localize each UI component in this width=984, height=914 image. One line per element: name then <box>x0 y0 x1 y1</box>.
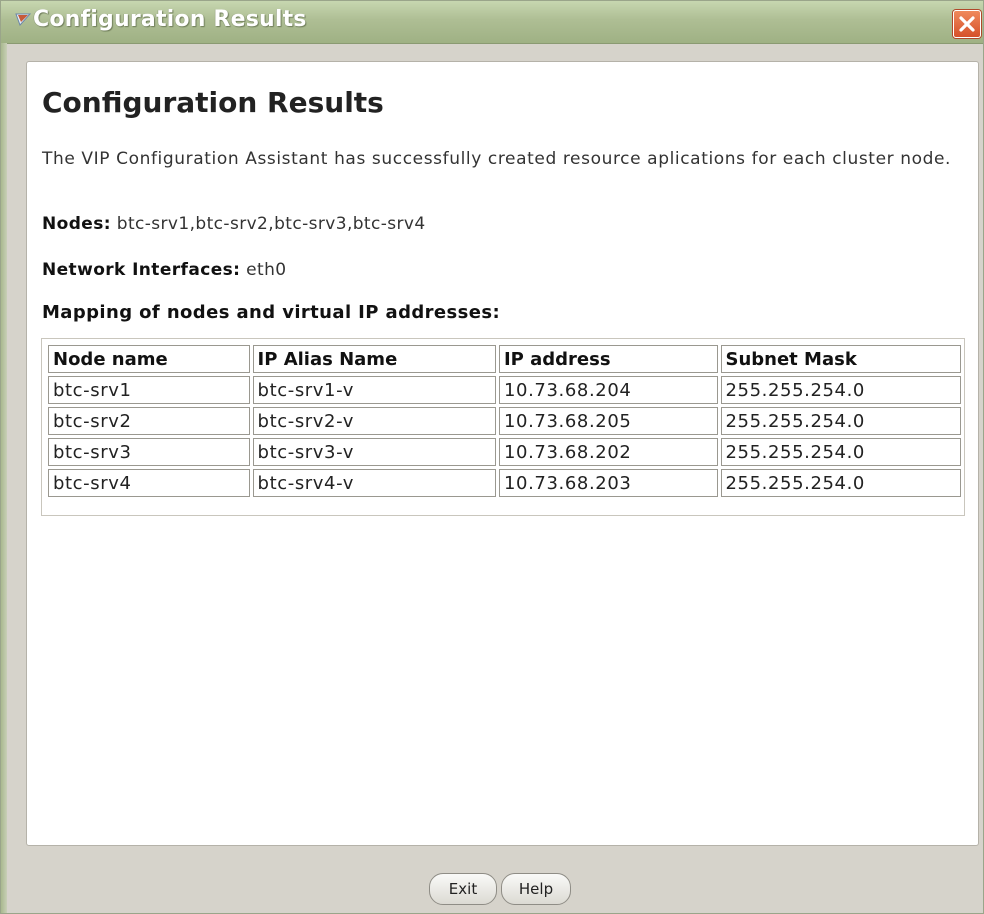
title-bar[interactable]: Configuration Results <box>1 1 983 44</box>
description-text: The VIP Configuration Assistant has succ… <box>42 149 952 169</box>
table-row: btc-srv3 btc-srv3-v 10.73.68.202 255.255… <box>48 438 961 466</box>
nodes-line: Nodes: btc-srv1,btc-srv2,btc-srv3,btc-sr… <box>42 214 426 234</box>
cell-subnet-mask: 255.255.254.0 <box>720 407 961 435</box>
button-bar: Exit Help <box>8 851 983 913</box>
help-button[interactable]: Help <box>501 873 571 905</box>
cell-subnet-mask: 255.255.254.0 <box>720 438 961 466</box>
cell-ip-address: 10.73.68.203 <box>498 469 718 497</box>
column-header-node-name: Node name <box>48 345 250 373</box>
mapping-table: Node name IP Alias Name IP address Subne… <box>45 342 964 500</box>
close-button[interactable] <box>953 10 981 38</box>
cell-ip-alias-name: btc-srv4-v <box>252 469 496 497</box>
nodes-value: btc-srv1,btc-srv2,btc-srv3,btc-srv4 <box>116 214 426 234</box>
column-header-subnet-mask: Subnet Mask <box>720 345 961 373</box>
page-title: Configuration Results <box>42 86 384 119</box>
cell-node-name: btc-srv2 <box>48 407 250 435</box>
cell-node-name: btc-srv3 <box>48 438 250 466</box>
column-header-ip-address: IP address <box>498 345 718 373</box>
cell-ip-alias-name: btc-srv1-v <box>252 376 496 404</box>
exit-button[interactable]: Exit <box>429 873 497 905</box>
column-header-ip-alias-name: IP Alias Name <box>252 345 496 373</box>
cell-ip-alias-name: btc-srv3-v <box>252 438 496 466</box>
dialog-window: Configuration Results Configuration Resu… <box>0 0 984 914</box>
interfaces-label: Network Interfaces: <box>42 260 241 280</box>
content-panel: Configuration Results The VIP Configurat… <box>26 61 979 846</box>
cell-node-name: btc-srv4 <box>48 469 250 497</box>
mapping-heading: Mapping of nodes and virtual IP addresse… <box>42 302 501 323</box>
cell-ip-alias-name: btc-srv2-v <box>252 407 496 435</box>
window-frame-edge <box>1 43 7 913</box>
table-row: btc-srv1 btc-srv1-v 10.73.68.204 255.255… <box>48 376 961 404</box>
cell-ip-address: 10.73.68.204 <box>498 376 718 404</box>
cell-subnet-mask: 255.255.254.0 <box>720 376 961 404</box>
table-row: btc-srv2 btc-srv2-v 10.73.68.205 255.255… <box>48 407 961 435</box>
table-row: btc-srv4 btc-srv4-v 10.73.68.203 255.255… <box>48 469 961 497</box>
cell-subnet-mask: 255.255.254.0 <box>720 469 961 497</box>
window-title: Configuration Results <box>33 7 307 32</box>
nodes-label: Nodes: <box>42 214 111 234</box>
cell-ip-address: 10.73.68.202 <box>498 438 718 466</box>
mapping-table-container: Node name IP Alias Name IP address Subne… <box>41 338 965 516</box>
cell-node-name: btc-srv1 <box>48 376 250 404</box>
cell-ip-address: 10.73.68.205 <box>498 407 718 435</box>
flag-icon <box>15 12 32 26</box>
interfaces-value: eth0 <box>246 260 287 280</box>
table-header-row: Node name IP Alias Name IP address Subne… <box>48 345 961 373</box>
interfaces-line: Network Interfaces: eth0 <box>42 260 286 280</box>
